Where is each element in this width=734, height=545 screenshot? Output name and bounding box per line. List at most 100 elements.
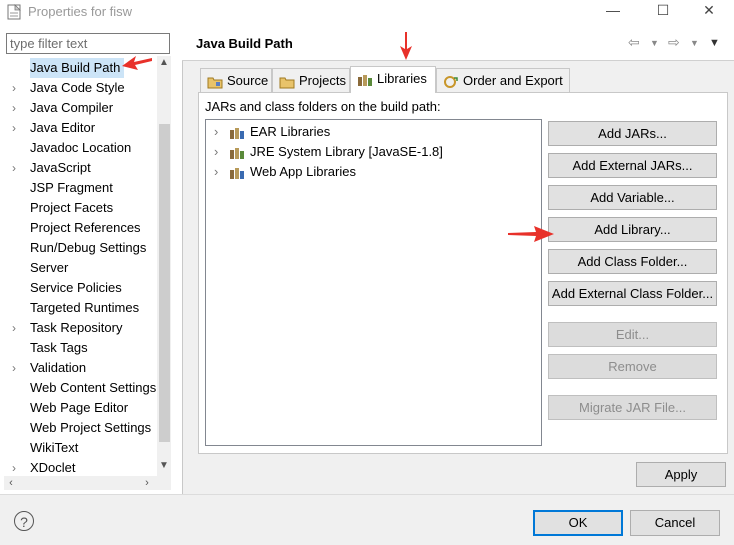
- nav-item[interactable]: Web Content Settings: [4, 378, 158, 398]
- nav-item-label: Web Content Settings: [30, 380, 157, 395]
- expand-chevron-icon[interactable]: ›: [12, 158, 22, 178]
- nav-item-label: JavaScript: [30, 160, 91, 175]
- nav-item-label: Java Compiler: [30, 100, 114, 115]
- back-dropdown-icon[interactable]: ▼: [650, 38, 659, 48]
- add-jars-button[interactable]: Add JARs...: [548, 121, 717, 146]
- nav-item[interactable]: Service Policies: [4, 278, 158, 298]
- expand-chevron-icon[interactable]: ›: [214, 162, 228, 182]
- nav-item-label: Service Policies: [30, 280, 122, 295]
- nav-item-label: Task Repository: [30, 320, 123, 335]
- filter-input[interactable]: [6, 33, 170, 54]
- nav-item[interactable]: Targeted Runtimes: [4, 298, 158, 318]
- nav-item-label: Project References: [30, 220, 141, 235]
- library-icon: [230, 147, 244, 159]
- expand-chevron-icon[interactable]: ›: [12, 458, 22, 476]
- nav-item-label: Project Facets: [30, 200, 114, 215]
- tab-source[interactable]: Source: [200, 68, 272, 92]
- tab-projects-label: Projects: [299, 73, 346, 88]
- forward-dropdown-icon[interactable]: ▼: [690, 38, 699, 48]
- nav-item-label: Web Page Editor: [30, 400, 129, 415]
- expand-chevron-icon[interactable]: ›: [12, 78, 22, 98]
- apply-button[interactable]: Apply: [636, 462, 726, 487]
- scroll-up-arrow-icon[interactable]: ▲: [157, 56, 171, 70]
- libraries-icon: [358, 74, 372, 86]
- nav-item-label: WikiText: [30, 440, 79, 455]
- nav-item[interactable]: Task Tags: [4, 338, 158, 358]
- library-item-jre[interactable]: › JRE System Library [JavaSE-1.8]: [214, 142, 443, 162]
- annotation-arrow-add-library: [508, 226, 554, 242]
- library-label: JRE System Library [JavaSE-1.8]: [250, 144, 443, 159]
- nav-item-label: Task Tags: [30, 340, 88, 355]
- window-title: Properties for fisw: [28, 4, 133, 19]
- expand-chevron-icon[interactable]: ›: [12, 98, 22, 118]
- library-item-ear[interactable]: › EAR Libraries: [214, 122, 330, 142]
- nav-item[interactable]: Project References: [4, 218, 158, 238]
- projects-folder-icon: [279, 77, 295, 89]
- add-library-button[interactable]: Add Library...: [548, 217, 717, 242]
- annotation-arrow-nav: [122, 56, 152, 70]
- expand-chevron-icon[interactable]: ›: [214, 142, 228, 162]
- nav-item[interactable]: › XDoclet: [4, 458, 158, 476]
- nav-item-label: JSP Fragment: [30, 180, 113, 195]
- library-label: EAR Libraries: [250, 124, 331, 139]
- scroll-left-arrow-icon[interactable]: ‹: [4, 476, 18, 490]
- expand-chevron-icon[interactable]: ›: [12, 318, 22, 338]
- nav-item-label: Web Project Settings: [30, 420, 152, 435]
- back-arrow-icon[interactable]: ⇦: [628, 34, 640, 51]
- build-path-section-label: JARs and class folders on the build path…: [205, 99, 441, 114]
- migrate-jar-button[interactable]: Migrate JAR File...: [548, 395, 717, 420]
- libraries-tree[interactable]: › EAR Libraries › JRE System Library [Ja…: [205, 119, 542, 446]
- maximize-button[interactable]: ☐: [646, 0, 680, 22]
- remove-button[interactable]: Remove: [548, 354, 717, 379]
- view-menu-icon[interactable]: ▼: [709, 37, 720, 49]
- nav-item[interactable]: › Java Code Style: [4, 78, 158, 98]
- nav-item[interactable]: Run/Debug Settings: [4, 238, 158, 258]
- nav-item[interactable]: Javadoc Location: [4, 138, 158, 158]
- tab-order-and-export[interactable]: Order and Export: [436, 68, 570, 92]
- tab-order-export-label: Order and Export: [463, 73, 563, 88]
- order-export-icon: [444, 75, 458, 88]
- expand-chevron-icon[interactable]: ›: [12, 358, 22, 378]
- help-icon[interactable]: ?: [14, 511, 34, 531]
- nav-item[interactable]: › Validation: [4, 358, 158, 378]
- nav-item-label: Java Editor: [30, 120, 96, 135]
- nav-item-label: Java Code Style: [30, 80, 125, 95]
- close-button[interactable]: ✕: [692, 0, 726, 22]
- annotation-arrow-tab: [400, 32, 412, 60]
- nav-item[interactable]: WikiText: [4, 438, 158, 458]
- tab-projects[interactable]: Projects: [272, 68, 350, 92]
- tab-libraries[interactable]: Libraries: [350, 66, 436, 93]
- expand-chevron-icon[interactable]: ›: [12, 118, 22, 138]
- forward-arrow-icon[interactable]: ⇨: [668, 34, 680, 51]
- nav-item[interactable]: › JavaScript: [4, 158, 158, 178]
- tab-libraries-label: Libraries: [377, 71, 427, 86]
- nav-scroll-thumb[interactable]: [159, 124, 170, 442]
- nav-item[interactable]: Web Project Settings: [4, 418, 158, 438]
- nav-item[interactable]: JSP Fragment: [4, 178, 158, 198]
- add-class-folder-button[interactable]: Add Class Folder...: [548, 249, 717, 274]
- source-folder-icon: [207, 77, 223, 89]
- nav-item[interactable]: Server: [4, 258, 158, 278]
- nav-item[interactable]: › Java Editor: [4, 118, 158, 138]
- eclipse-app-icon: [7, 4, 21, 20]
- minimize-button[interactable]: —: [596, 0, 630, 22]
- nav-item[interactable]: › Task Repository: [4, 318, 158, 338]
- nav-item[interactable]: Web Page Editor: [4, 398, 158, 418]
- library-item-webapp[interactable]: › Web App Libraries: [214, 162, 356, 182]
- add-external-class-folder-button[interactable]: Add External Class Folder...: [548, 281, 717, 306]
- cancel-button[interactable]: Cancel: [630, 510, 720, 536]
- properties-nav-tree: Java Build Path › Java Code Style › Java Com…: [4, 56, 158, 476]
- add-variable-button[interactable]: Add Variable...: [548, 185, 717, 210]
- nav-item-label: XDoclet: [30, 460, 76, 475]
- edit-button[interactable]: Edit...: [548, 322, 717, 347]
- dialog-footer: [0, 494, 734, 545]
- nav-item[interactable]: Project Facets: [4, 198, 158, 218]
- nav-item-label: Server: [30, 260, 69, 275]
- nav-item-label: Targeted Runtimes: [30, 300, 140, 315]
- add-external-jars-button[interactable]: Add External JARs...: [548, 153, 717, 178]
- nav-item[interactable]: › Java Compiler: [4, 98, 158, 118]
- ok-button[interactable]: OK: [533, 510, 623, 536]
- scroll-right-arrow-icon[interactable]: ›: [140, 476, 154, 490]
- expand-chevron-icon[interactable]: ›: [214, 122, 228, 142]
- scroll-down-arrow-icon[interactable]: ▼: [157, 459, 171, 473]
